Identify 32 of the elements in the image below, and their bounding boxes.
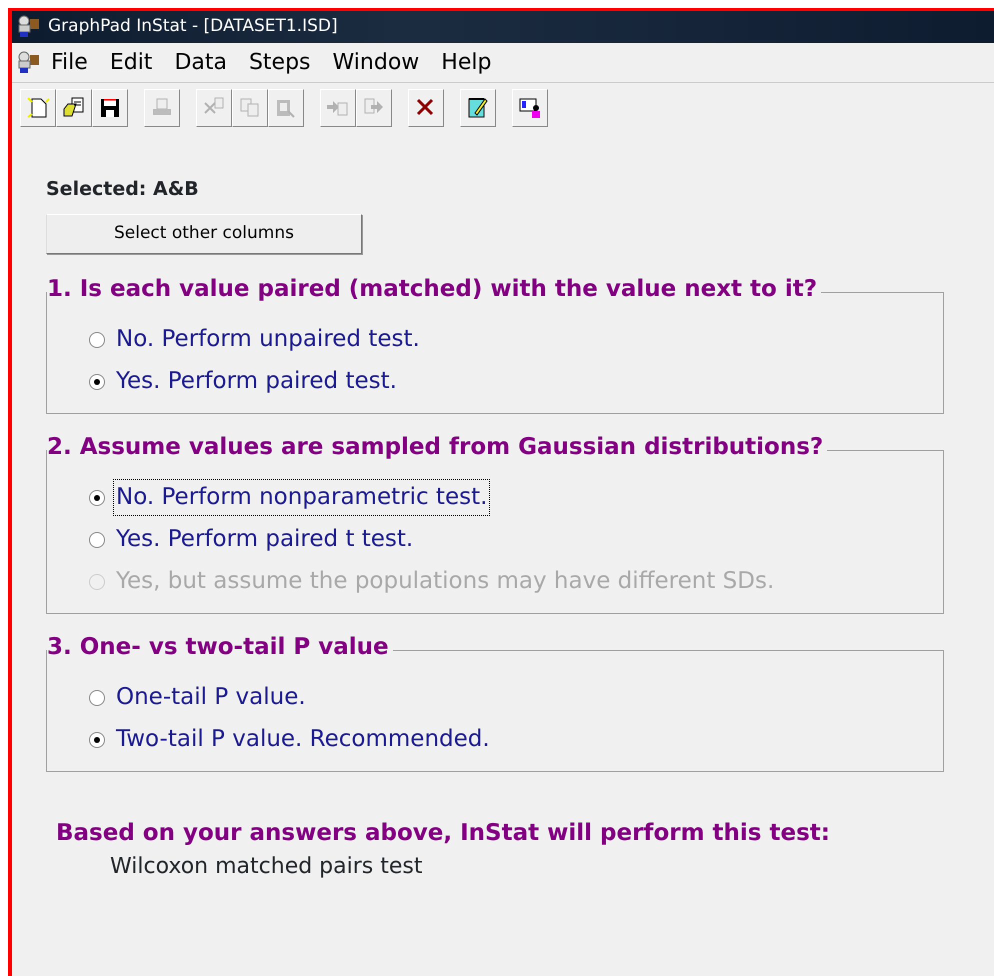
radio-button[interactable] <box>89 374 105 390</box>
app-logo-icon <box>16 15 40 39</box>
radio-button[interactable] <box>89 732 105 748</box>
toolbar-button[interactable] <box>460 89 496 127</box>
radio-label: Yes, but assume the populations may have different SDs. <box>115 567 776 596</box>
menu-logo-icon <box>16 50 40 74</box>
radio-button[interactable] <box>89 532 105 548</box>
radio-label[interactable]: One-tail P value. <box>113 679 309 716</box>
radio-button[interactable] <box>89 332 105 348</box>
radio-button[interactable] <box>89 690 105 706</box>
radio-button[interactable] <box>89 490 105 506</box>
menu-item[interactable]: Edit <box>98 46 164 79</box>
toolbar-button[interactable] <box>56 89 92 127</box>
select-columns-button[interactable]: Select other columns <box>46 214 362 254</box>
result-test-name: Wilcoxon matched pairs test <box>110 853 424 881</box>
window-title: GraphPad InStat - [DATASET1.ISD] <box>48 15 338 38</box>
radio-label[interactable]: No. Perform unpaired test. <box>113 321 423 358</box>
toolbar-button[interactable] <box>92 89 128 127</box>
radio-label[interactable]: Two-tail P value. Recommended. <box>113 721 493 758</box>
radio-label[interactable]: Yes. Perform paired t test. <box>113 521 416 558</box>
radio-label[interactable]: No. Perform nonparametric test. <box>113 479 490 516</box>
menu-item[interactable]: Steps <box>238 46 322 79</box>
result-heading: Based on your answers above, InStat will perform this test: <box>56 818 831 848</box>
menu-item[interactable]: Help <box>430 46 502 79</box>
toolbar-button[interactable] <box>408 89 444 127</box>
radio-label[interactable]: Yes. Perform paired test. <box>113 363 400 400</box>
toolbar-button[interactable] <box>512 89 548 127</box>
menu-item[interactable]: File <box>40 46 99 79</box>
menu-item[interactable]: Window <box>322 46 430 79</box>
selected-columns-label: Selected: A&B <box>46 177 200 202</box>
menu-item[interactable]: Data <box>163 46 238 79</box>
toolbar-button[interactable] <box>20 89 56 127</box>
